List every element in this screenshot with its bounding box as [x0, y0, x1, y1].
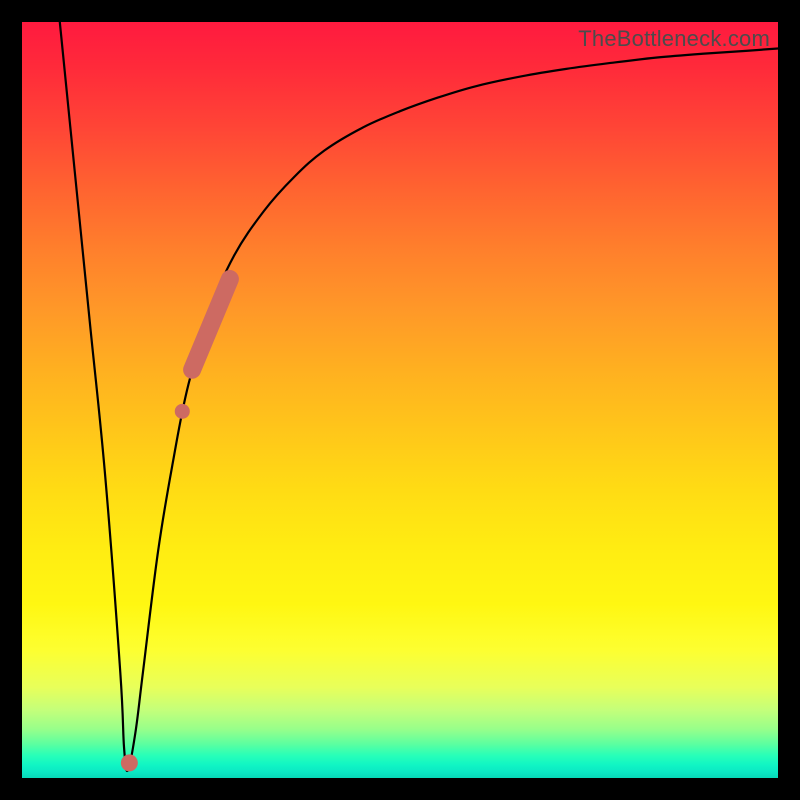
highlight-dot-upper: [175, 404, 190, 419]
highlight-segment: [192, 279, 230, 370]
chart-frame: TheBottleneck.com: [0, 0, 800, 800]
plot-area: TheBottleneck.com: [22, 22, 778, 778]
bottleneck-curve: [60, 22, 778, 771]
highlight-dot-lower: [121, 754, 138, 771]
curve-layer: [22, 22, 778, 778]
